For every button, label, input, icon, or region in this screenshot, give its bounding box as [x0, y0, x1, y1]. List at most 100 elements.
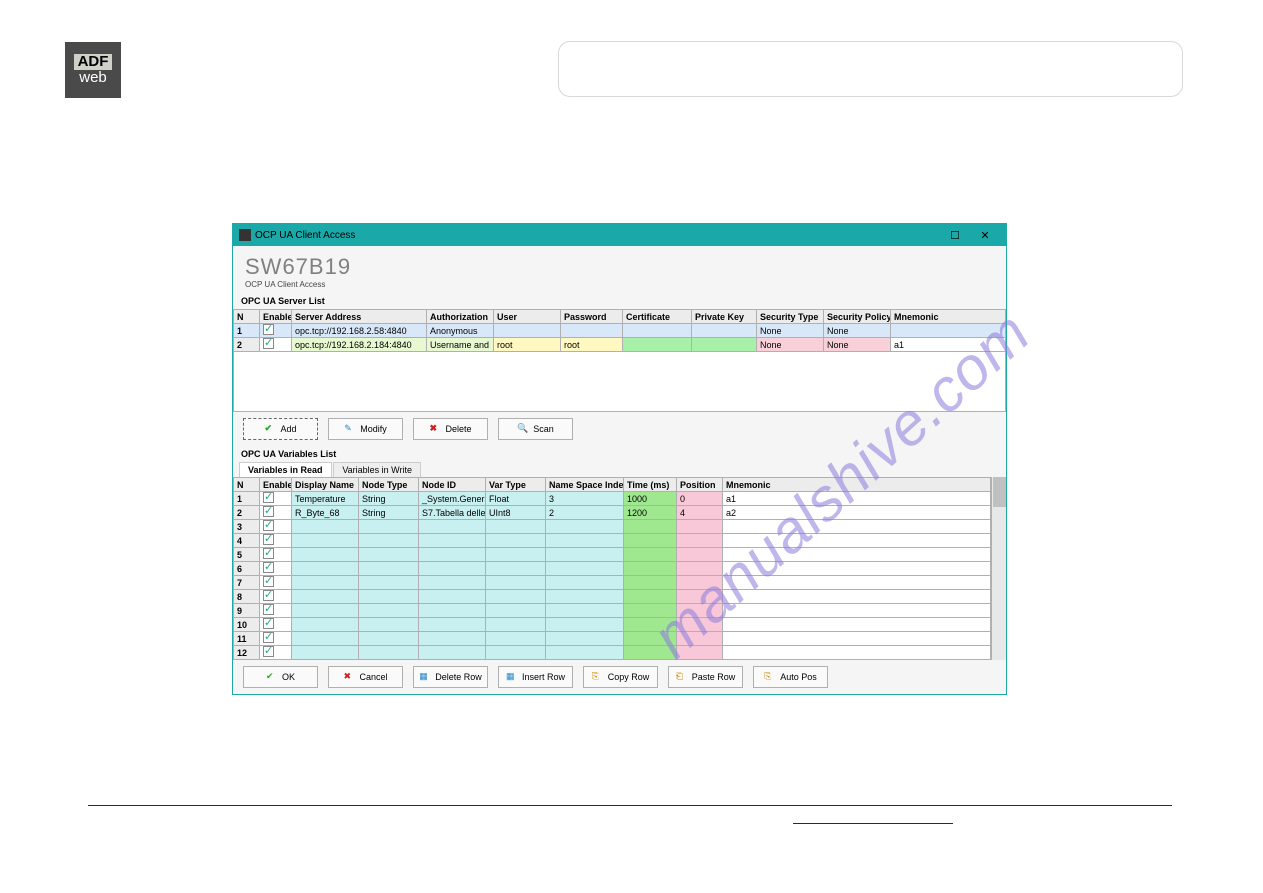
cell-ns-index[interactable]: [546, 646, 624, 660]
cell-pass[interactable]: root: [561, 338, 623, 352]
cell-position[interactable]: [677, 632, 723, 646]
cell-position[interactable]: [677, 618, 723, 632]
cell-node-type[interactable]: [359, 604, 419, 618]
cell-ns-index[interactable]: [546, 520, 624, 534]
cell-node-type[interactable]: [359, 520, 419, 534]
cell-mnemonic[interactable]: [723, 562, 991, 576]
cell-time[interactable]: [624, 520, 677, 534]
cell-display-name[interactable]: [292, 632, 359, 646]
cell-ns-index[interactable]: [546, 548, 624, 562]
cell-display-name[interactable]: [292, 548, 359, 562]
add-button[interactable]: ✔Add: [243, 418, 318, 440]
enable-cell[interactable]: [260, 324, 292, 338]
cell-node-id[interactable]: _System.General.T: [419, 492, 486, 506]
checkbox-icon[interactable]: [263, 618, 274, 629]
enable-cell[interactable]: [260, 506, 292, 520]
cell-time[interactable]: [624, 632, 677, 646]
cell-ns-index[interactable]: [546, 618, 624, 632]
variable-row[interactable]: 7: [234, 576, 991, 590]
cell-pkey[interactable]: [692, 338, 757, 352]
cell-node-id[interactable]: S7.Tabella delle: [419, 506, 486, 520]
delete-row-button[interactable]: ▦Delete Row: [413, 666, 488, 688]
cell-ns-index[interactable]: [546, 632, 624, 646]
cell-var-type[interactable]: [486, 618, 546, 632]
checkbox-icon[interactable]: [263, 520, 274, 531]
cell-var-type[interactable]: [486, 632, 546, 646]
enable-cell[interactable]: [260, 548, 292, 562]
enable-cell[interactable]: [260, 618, 292, 632]
vertical-scrollbar[interactable]: [991, 477, 1006, 660]
cell-ns-index[interactable]: [546, 604, 624, 618]
cell-time[interactable]: 1200: [624, 506, 677, 520]
cell-node-id[interactable]: [419, 562, 486, 576]
cell-time[interactable]: [624, 590, 677, 604]
enable-cell[interactable]: [260, 562, 292, 576]
cell-mnemonic[interactable]: [723, 632, 991, 646]
cell-display-name[interactable]: [292, 534, 359, 548]
cell-address[interactable]: opc.tcp://192.168.2.184:4840: [292, 338, 427, 352]
copy-row-button[interactable]: ⎘Copy Row: [583, 666, 658, 688]
variable-row[interactable]: 5: [234, 548, 991, 562]
cell-position[interactable]: 4: [677, 506, 723, 520]
tab-variables-write[interactable]: Variables in Write: [333, 462, 421, 477]
cell-mnemonic[interactable]: a2: [723, 506, 991, 520]
server-row[interactable]: 1 opc.tcp://192.168.2.58:4840 Anonymous …: [234, 324, 1006, 338]
tab-variables-read[interactable]: Variables in Read: [239, 462, 332, 477]
cell-var-type[interactable]: [486, 646, 546, 660]
cell-display-name[interactable]: [292, 604, 359, 618]
cell-mnemonic[interactable]: [723, 534, 991, 548]
variable-row[interactable]: 6: [234, 562, 991, 576]
cell-node-id[interactable]: [419, 534, 486, 548]
checkbox-icon[interactable]: [263, 576, 274, 587]
cell-time[interactable]: [624, 562, 677, 576]
cell-position[interactable]: 0: [677, 492, 723, 506]
cell-position[interactable]: [677, 520, 723, 534]
cell-time[interactable]: [624, 548, 677, 562]
footer-link[interactable]: [793, 823, 953, 824]
cell-var-type[interactable]: [486, 520, 546, 534]
cell-var-type[interactable]: [486, 534, 546, 548]
cell-time[interactable]: 1000: [624, 492, 677, 506]
cell-node-type[interactable]: [359, 576, 419, 590]
checkbox-icon[interactable]: [263, 534, 274, 545]
cell-position[interactable]: [677, 604, 723, 618]
cell-time[interactable]: [624, 534, 677, 548]
cell-node-type[interactable]: [359, 646, 419, 660]
cell-var-type[interactable]: UInt8: [486, 506, 546, 520]
cell-var-type[interactable]: Float: [486, 492, 546, 506]
cell-sectype[interactable]: None: [757, 338, 824, 352]
cell-position[interactable]: [677, 548, 723, 562]
cell-mnemonic[interactable]: [723, 604, 991, 618]
cell-mnemonic[interactable]: [723, 646, 991, 660]
cell-auth[interactable]: Anonymous: [427, 324, 494, 338]
variable-row[interactable]: 12: [234, 646, 991, 660]
cell-node-id[interactable]: [419, 632, 486, 646]
titlebar[interactable]: OCP UA Client Access ☐ ✕: [233, 224, 1006, 246]
cell-mnemonic[interactable]: [723, 548, 991, 562]
checkbox-icon[interactable]: [263, 646, 274, 657]
cell-position[interactable]: [677, 562, 723, 576]
paste-row-button[interactable]: ⎗Paste Row: [668, 666, 743, 688]
cell-node-type[interactable]: [359, 562, 419, 576]
cell-node-type[interactable]: [359, 534, 419, 548]
checkbox-icon[interactable]: [263, 562, 274, 573]
cell-var-type[interactable]: [486, 562, 546, 576]
checkbox-icon[interactable]: [263, 324, 274, 335]
cell-node-type[interactable]: [359, 548, 419, 562]
cell-var-type[interactable]: [486, 548, 546, 562]
cell-position[interactable]: [677, 576, 723, 590]
cell-position[interactable]: [677, 590, 723, 604]
cell-display-name[interactable]: [292, 618, 359, 632]
enable-cell[interactable]: [260, 646, 292, 660]
cell-display-name[interactable]: [292, 562, 359, 576]
cell-ns-index[interactable]: [546, 534, 624, 548]
variable-row[interactable]: 11: [234, 632, 991, 646]
enable-cell[interactable]: [260, 604, 292, 618]
cell-time[interactable]: [624, 618, 677, 632]
cell-node-type[interactable]: [359, 618, 419, 632]
cell-node-id[interactable]: [419, 576, 486, 590]
cell-cert[interactable]: [623, 324, 692, 338]
cell-node-type[interactable]: [359, 632, 419, 646]
cell-position[interactable]: [677, 534, 723, 548]
cell-node-id[interactable]: [419, 604, 486, 618]
